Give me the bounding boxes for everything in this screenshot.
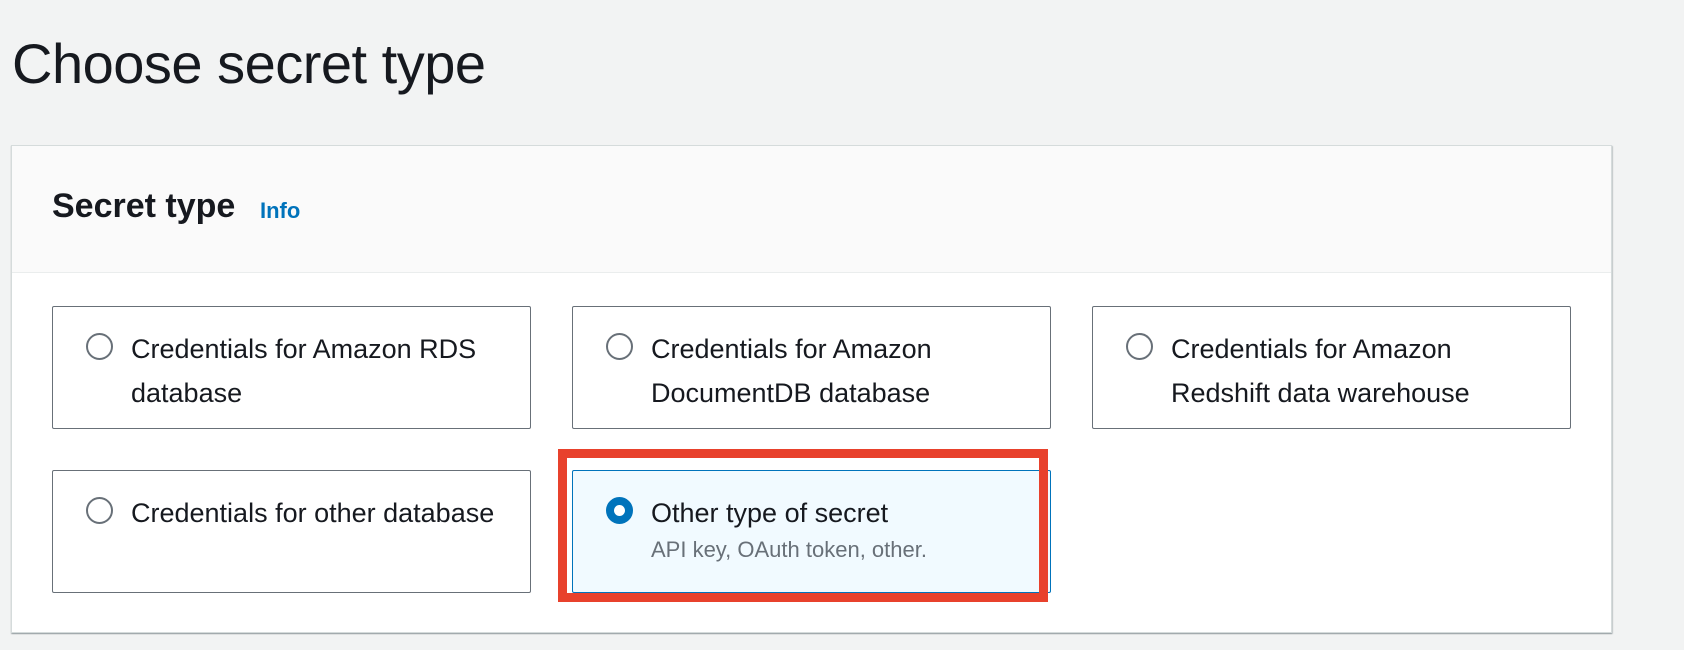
option-label: Credentials for Amazon Redshift data war… bbox=[1171, 334, 1470, 408]
radio-unchecked-icon[interactable] bbox=[606, 333, 633, 360]
info-link[interactable]: Info bbox=[260, 198, 300, 224]
panel-header: Secret type Info bbox=[12, 146, 1611, 273]
option-other-database-credentials[interactable]: Credentials for other database bbox=[52, 470, 531, 593]
option-other-secret[interactable]: Other type of secret API key, OAuth toke… bbox=[572, 470, 1051, 593]
option-label: Credentials for Amazon DocumentDB databa… bbox=[651, 334, 932, 408]
radio-unchecked-icon[interactable] bbox=[86, 497, 113, 524]
option-redshift-credentials[interactable]: Credentials for Amazon Redshift data war… bbox=[1092, 306, 1571, 429]
option-documentdb-credentials[interactable]: Credentials for Amazon DocumentDB databa… bbox=[572, 306, 1051, 429]
option-rds-credentials[interactable]: Credentials for Amazon RDS database bbox=[52, 306, 531, 429]
radio-unchecked-icon[interactable] bbox=[86, 333, 113, 360]
option-label: Credentials for Amazon RDS database bbox=[131, 334, 477, 408]
option-label: Credentials for other database bbox=[131, 498, 495, 528]
option-description: API key, OAuth token, other. bbox=[651, 537, 927, 562]
option-label: Other type of secret bbox=[651, 498, 889, 528]
page-title: Choose secret type bbox=[12, 32, 486, 95]
panel-title: Secret type bbox=[52, 187, 236, 225]
radio-checked-icon[interactable] bbox=[606, 497, 633, 524]
radio-unchecked-icon[interactable] bbox=[1126, 333, 1153, 360]
